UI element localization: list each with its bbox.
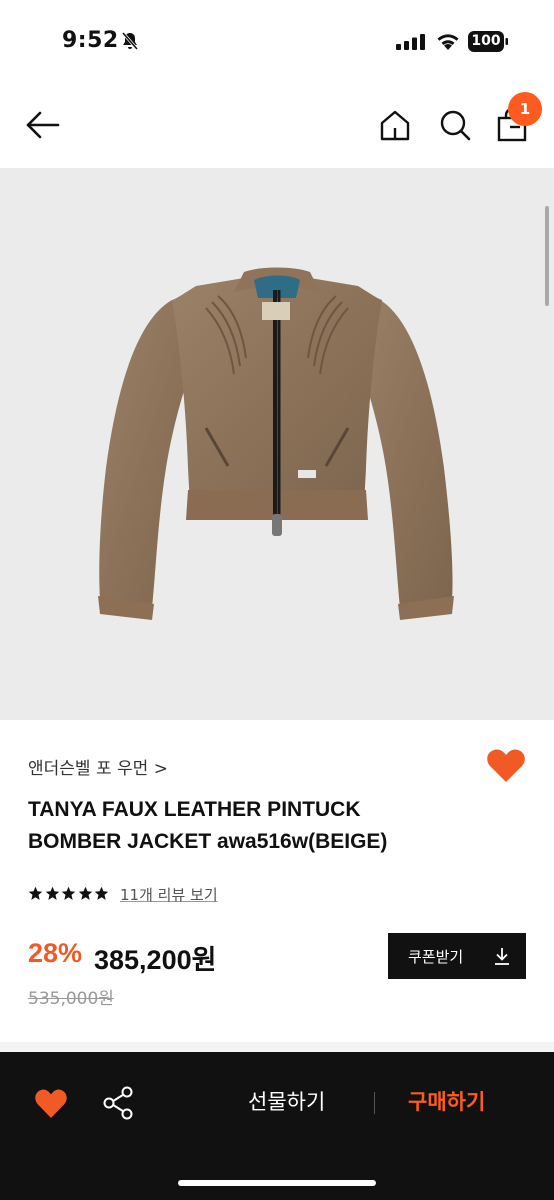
heart-icon[interactable] [486, 748, 526, 784]
rating-stars [28, 886, 112, 906]
product-image[interactable] [0, 168, 554, 720]
bottom-bar-separator [374, 1092, 375, 1114]
download-icon [495, 948, 509, 965]
sale-price: 385,200원 [94, 945, 217, 975]
cellular-signal-icon [396, 34, 425, 50]
home-icon[interactable] [378, 108, 412, 142]
search-icon[interactable] [438, 108, 472, 142]
star-icon [61, 886, 76, 900]
section-divider [0, 1042, 554, 1052]
wifi-icon [437, 34, 459, 50]
buy-button[interactable]: 구매하기 [408, 1086, 485, 1116]
battery-level: 100 [471, 33, 501, 49]
brand-link[interactable]: 앤더슨벨 포 우먼 > [28, 754, 168, 779]
bell-mute-icon [121, 32, 139, 50]
product-title-line-1: TANYA FAUX LEATHER PINTUCK [28, 798, 361, 821]
review-link[interactable]: 11개 리뷰 보기 [120, 884, 218, 905]
image-scroll-indicator [545, 206, 549, 306]
gift-button[interactable]: 선물하기 [248, 1086, 325, 1116]
star-icon [45, 886, 59, 900]
top-nav-bar: 1 [0, 84, 554, 168]
original-price: 535,000원 [28, 989, 114, 1009]
star-icon [94, 886, 109, 900]
discount-rate: 28% [28, 938, 83, 968]
status-time: 9:52 [62, 28, 119, 53]
wishlist-heart-icon[interactable] [34, 1088, 68, 1120]
home-indicator [178, 1180, 376, 1186]
coupon-download-button[interactable]: 쿠폰받기 [388, 933, 526, 979]
star-icon [78, 886, 92, 900]
back-arrow-icon[interactable] [24, 110, 62, 140]
product-title: TANYA FAUX LEATHER PINTUCK BOMBER JACKET… [28, 794, 448, 858]
bottom-action-bar: 선물하기 구매하기 [0, 1052, 554, 1200]
coupon-label: 쿠폰받기 [408, 948, 464, 966]
jacket-illustration [98, 267, 454, 620]
cart-count-badge: 1 [508, 92, 542, 126]
product-title-line-2: BOMBER JACKET awa516w(BEIGE) [28, 830, 388, 853]
share-icon[interactable] [102, 1086, 134, 1120]
star-icon [28, 886, 43, 900]
status-bar: 9:52 100 [0, 0, 554, 84]
